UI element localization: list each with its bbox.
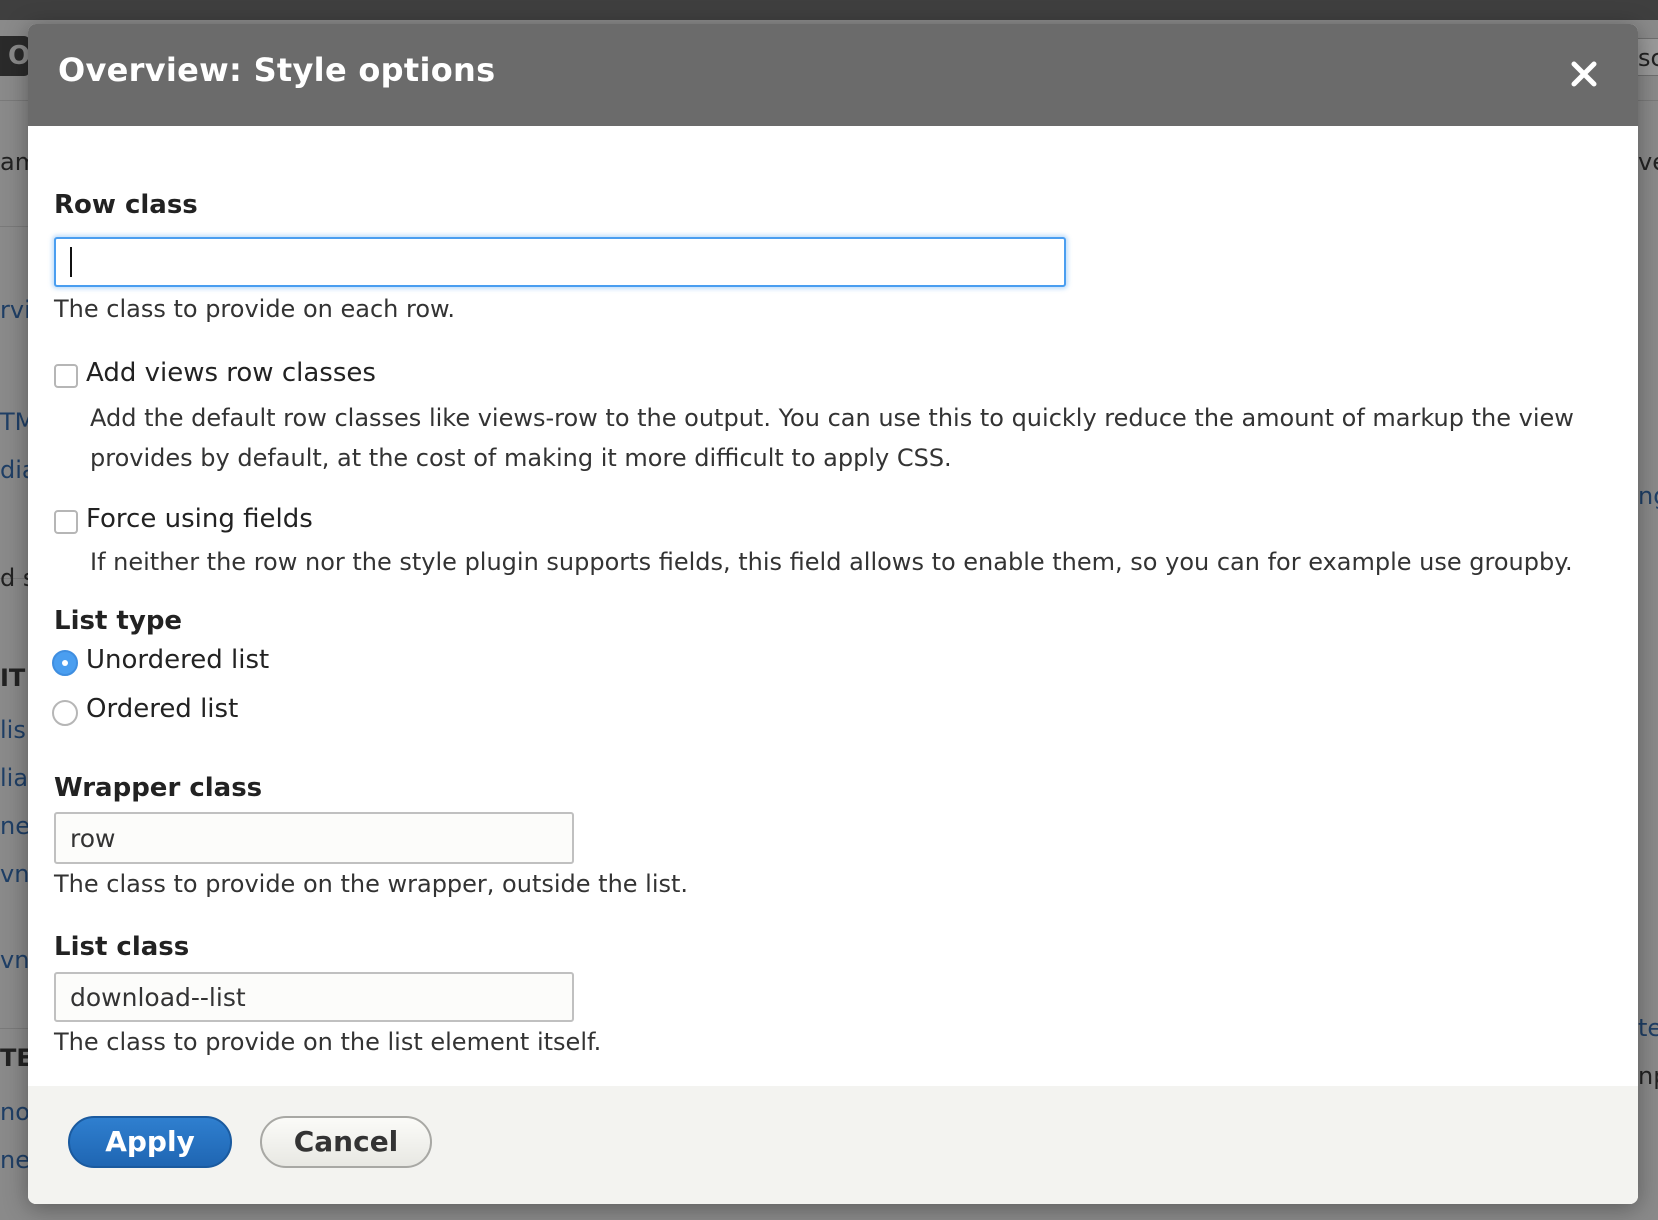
force-using-fields-label[interactable]: Force using fields — [86, 504, 313, 534]
background-heading: TE — [0, 1044, 28, 1072]
background-link: rvi — [0, 296, 28, 324]
dialog-header: Overview: Style options — [28, 24, 1638, 126]
background-text: am — [0, 148, 28, 176]
background-link: vnl — [0, 860, 28, 888]
background-text: ve — [1638, 148, 1658, 176]
background-link: ne — [0, 1146, 28, 1174]
background-link: lia — [0, 764, 28, 792]
background-text: np — [1638, 1062, 1658, 1090]
add-views-row-classes-description-line2: provides by default, at the cost of maki… — [90, 444, 952, 472]
close-button[interactable] — [1562, 52, 1606, 96]
dialog-footer: Apply Cancel — [28, 1086, 1638, 1204]
force-using-fields-checkbox[interactable] — [54, 510, 78, 534]
list-class-label: List class — [54, 932, 190, 962]
background-text: d s — [0, 564, 28, 592]
background-link: no — [0, 1098, 28, 1126]
background-toolbar — [0, 0, 1658, 20]
background-text: sc — [1638, 44, 1658, 72]
background-divider — [0, 1028, 30, 1029]
row-class-input[interactable] — [54, 237, 1066, 287]
unordered-list-label[interactable]: Unordered list — [86, 645, 269, 675]
close-icon — [1571, 61, 1597, 87]
background-link: TM — [0, 408, 28, 436]
background-heading: IT — [0, 664, 26, 692]
background-divider — [1638, 100, 1658, 101]
background-link: lis — [0, 716, 26, 744]
row-class-description: The class to provide on each row. — [54, 295, 456, 323]
background-link: dia — [0, 456, 28, 484]
apply-button[interactable]: Apply — [68, 1116, 232, 1168]
wrapper-class-input[interactable] — [54, 812, 574, 864]
ordered-list-label[interactable]: Ordered list — [86, 694, 238, 724]
list-class-description: The class to provide on the list element… — [54, 1028, 602, 1056]
unordered-list-radio[interactable] — [52, 650, 78, 676]
dialog-title: Overview: Style options — [58, 51, 496, 89]
background-link: te — [1638, 1014, 1658, 1042]
add-views-row-classes-checkbox[interactable] — [54, 364, 78, 388]
ordered-list-radio[interactable] — [52, 700, 78, 726]
background-link: ne — [0, 812, 28, 840]
cancel-button[interactable]: Cancel — [260, 1116, 432, 1168]
background-link: ng — [1638, 482, 1658, 510]
background-link: vnl — [0, 946, 28, 974]
background-divider — [0, 100, 30, 101]
list-class-input[interactable] — [54, 972, 574, 1022]
add-views-row-classes-description-line1: Add the default row classes like views-r… — [90, 404, 1574, 432]
force-using-fields-description: If neither the row nor the style plugin … — [90, 548, 1573, 576]
background-divider — [0, 226, 30, 227]
style-options-dialog: Overview: Style options Row class The cl… — [28, 24, 1638, 1204]
add-views-row-classes-label[interactable]: Add views row classes — [86, 358, 376, 388]
text-cursor — [70, 247, 72, 277]
wrapper-class-label: Wrapper class — [54, 773, 263, 803]
background-button: O — [0, 36, 30, 76]
list-type-label: List type — [54, 606, 183, 636]
wrapper-class-description: The class to provide on the wrapper, out… — [54, 870, 689, 898]
row-class-label: Row class — [54, 190, 198, 220]
